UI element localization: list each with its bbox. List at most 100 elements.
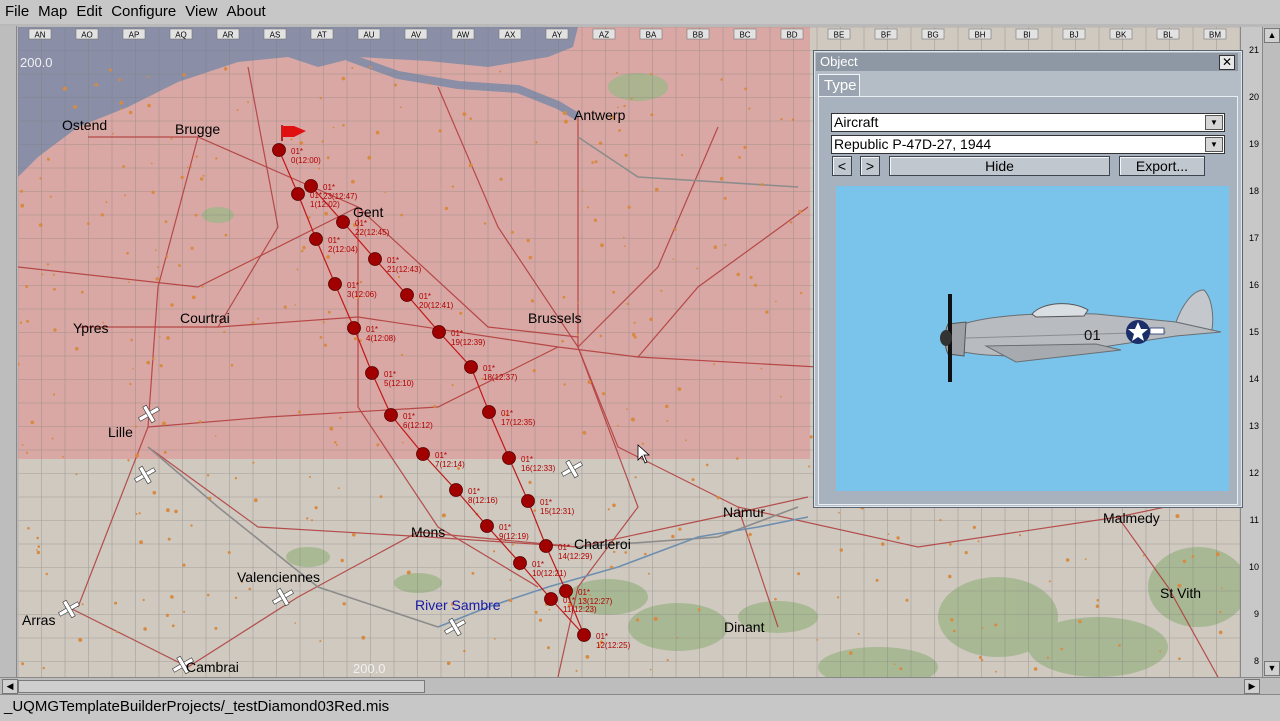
waypoint-time-label: 3(12:06) [347,290,377,299]
waypoint-group-label: 01* [403,412,415,421]
svg-text:BM: BM [1209,31,1221,40]
menu-view[interactable]: View [180,0,221,24]
waypoint-time-label: 1(12:02) [310,200,340,209]
tab-type-label: Type [824,77,857,94]
mission-file-path: _UQMGTemplateBuilderProjects/_testDiamon… [4,698,390,715]
column-header-bj: BJ [1062,28,1086,40]
city-namur: Namur [723,504,765,520]
column-header-bm: BM [1203,28,1227,40]
svg-text:BG: BG [927,31,939,40]
object-type-select[interactable]: Republic P-47D-27, 1944 ▼ [831,135,1225,154]
waypoint-time-label: 4(12:08) [366,334,396,343]
row-label-11: 11 [1249,515,1259,525]
waypoint-group-label: 01* [540,498,552,507]
svg-text:BD: BD [786,31,797,40]
category-select[interactable]: Aircraft ▼ [831,113,1225,132]
svg-text:BB: BB [693,31,704,40]
close-icon[interactable]: ✕ [1219,55,1235,70]
waypoint-group-label: 01* [323,183,335,192]
hide-button[interactable]: Hide [889,156,1110,176]
city-brugge: Brugge [175,121,220,137]
horizontal-scrollbar[interactable]: ◀ ▶ [0,677,1280,694]
waypoint-time-label: 17(12:35) [501,418,536,427]
waypoint-group-label: 01* [355,219,367,228]
scroll-right-arrow-icon[interactable]: ▶ [1244,679,1260,694]
svg-text:AZ: AZ [599,31,609,40]
object-window: Object ✕ Type Aircraft ▼ Republic P-47D-… [813,50,1243,508]
column-header-at: AT [310,28,334,40]
svg-text:AN: AN [34,31,45,40]
svg-text:AQ: AQ [175,31,187,40]
city-dinant: Dinant [724,619,765,635]
waypoint-group-label: 01* [501,409,513,418]
column-header-an: AN [28,28,52,40]
left-scroll-gutter[interactable] [0,26,17,678]
waypoint-group-label: 01* [347,281,359,290]
column-header-ar: AR [216,28,240,40]
scroll-up-arrow-icon[interactable]: ▲ [1264,28,1280,43]
waypoint-group-label: 01* [596,632,608,641]
menu-about[interactable]: About [222,0,270,24]
scroll-left-arrow-icon[interactable]: ◀ [2,679,18,694]
menu-map[interactable]: Map [33,0,71,24]
svg-text:AS: AS [270,31,281,40]
svg-text:BE: BE [834,31,845,40]
menu-file[interactable]: File [0,0,33,24]
waypoint-group-label: 01* [366,325,378,334]
altitude-bottom: 200.0 [353,661,386,676]
column-header-bi: BI [1015,28,1039,40]
svg-text:AV: AV [411,31,422,40]
row-label-10: 10 [1248,562,1259,572]
waypoint-group-label: 01* [521,455,533,464]
svg-text:AT: AT [317,31,327,40]
category-value: Aircraft [834,114,879,130]
row-label-15: 15 [1248,327,1259,337]
column-header-au: AU [357,28,381,40]
menu-edit[interactable]: Edit [71,0,106,24]
city-gent: Gent [353,204,383,220]
column-header-av: AV [404,28,428,40]
chevron-down-icon[interactable]: ▼ [1205,115,1223,130]
column-header-be: BE [827,28,851,40]
svg-text:AO: AO [81,31,93,40]
svg-text:AY: AY [552,31,563,40]
waypoint-group-label: 01* [483,364,495,373]
waypoint-group-label: 01* [291,147,303,156]
waypoint-time-label: 15(12:31) [540,507,575,516]
waypoint-time-label: 6(12:12) [403,421,433,430]
waypoint-time-label: 20(12:41) [419,301,454,310]
row-label-19: 19 [1248,139,1259,149]
waypoint-group-label: 01* [451,329,463,338]
waypoint-group-label: 01* [387,256,399,265]
waypoint-time-label: 14(12:29) [558,552,593,561]
column-header-ap: AP [122,28,146,40]
next-button[interactable]: > [860,156,880,176]
waypoint-group-label: 01* [310,191,322,200]
row-label-14: 14 [1248,374,1259,384]
row-label-9: 9 [1253,609,1259,619]
scroll-down-arrow-icon[interactable]: ▼ [1264,661,1280,676]
horizontal-scroll-thumb[interactable] [18,680,425,693]
altitude-top: 200.0 [20,55,53,70]
vertical-scrollbar[interactable]: ▲ ▼ [1262,27,1280,677]
waypoint-group-label: 01* [435,451,447,460]
column-header-ay: AY [545,28,569,40]
waypoint-group-label: 01* [532,560,544,569]
tab-type[interactable]: Type [818,74,860,97]
waypoint-group-label: 01* [563,596,575,605]
chevron-down-icon[interactable]: ▼ [1205,137,1223,152]
waypoint-group-label: 01* [419,292,431,301]
waypoint-group-label: 01* [328,236,340,245]
svg-text:AU: AU [363,31,374,40]
column-header-aq: AQ [169,28,193,40]
column-header-bd: BD [780,28,804,40]
previous-button[interactable]: < [832,156,852,176]
svg-text:AX: AX [505,31,516,40]
waypoint-group-label: 01* [384,370,396,379]
export-button[interactable]: Export... [1119,156,1205,176]
menu-configure[interactable]: Configure [106,0,180,24]
column-header-bl: BL [1156,28,1180,40]
grid-row-ruler: 21 20 19 18 17 16 15 14 13 12 11 10 9 8 [1240,27,1263,677]
status-bar: _UQMGTemplateBuilderProjects/_testDiamon… [0,694,1280,721]
object-window-titlebar[interactable]: Object ✕ [816,53,1238,71]
